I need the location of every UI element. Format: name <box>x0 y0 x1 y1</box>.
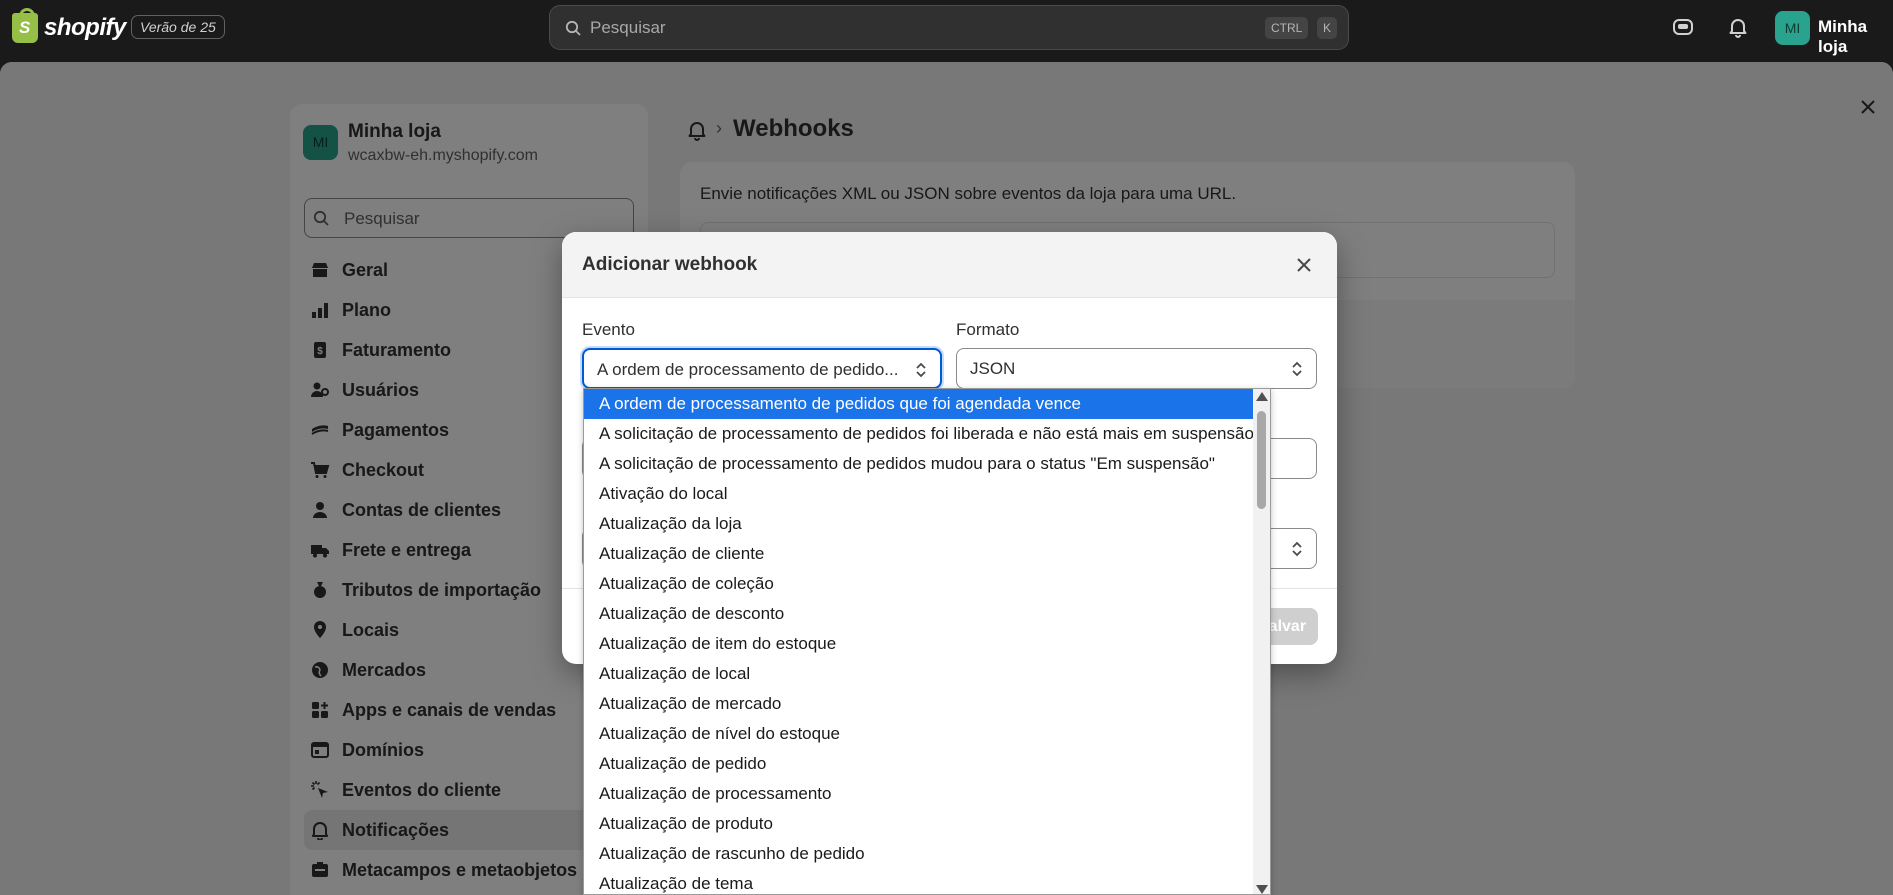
select-chevron-icon <box>1292 541 1302 557</box>
select-chevron-icon <box>1292 361 1302 377</box>
store-menu-label[interactable]: Minha loja <box>1818 17 1893 57</box>
event-select-value: A ordem de processamento de pedido... <box>597 360 899 379</box>
event-option[interactable]: Atualização de processamento <box>584 779 1254 809</box>
shortcut-ctrl-key: CTRL <box>1265 17 1309 39</box>
search-placeholder: Pesquisar <box>590 18 666 37</box>
listbox-scrollbar[interactable] <box>1253 389 1270 894</box>
search-icon <box>565 20 581 36</box>
shopify-bag-icon: S <box>12 8 38 43</box>
event-options-listbox[interactable]: A ordem de processamento de pedidos que … <box>583 388 1271 895</box>
event-option[interactable]: A ordem de processamento de pedidos que … <box>584 389 1254 419</box>
modal-title: Adicionar webhook <box>582 254 758 275</box>
close-icon[interactable] <box>1295 256 1313 274</box>
edition-badge[interactable]: Verão de 25 <box>131 15 225 39</box>
global-search-input[interactable]: Pesquisar CTRL K <box>549 5 1349 50</box>
scroll-up-arrow-icon[interactable] <box>1256 392 1268 401</box>
top-bar: S shopify Verão de 25 Pesquisar CTRL K M… <box>0 0 1893 62</box>
event-option[interactable]: Atualização de pedido <box>584 749 1254 779</box>
format-select-value: JSON <box>970 359 1016 378</box>
brand-wordmark: shopify <box>44 14 126 41</box>
shortcut-k-key: K <box>1317 17 1338 39</box>
format-select[interactable]: JSON <box>956 348 1317 389</box>
event-option[interactable]: Atualização de local <box>584 659 1254 689</box>
shopify-logo[interactable]: S shopify <box>12 8 126 43</box>
event-option[interactable]: Atualização de mercado <box>584 689 1254 719</box>
event-option[interactable]: Atualização da loja <box>584 509 1254 539</box>
option-list: A ordem de processamento de pedidos que … <box>584 389 1270 894</box>
scroll-down-arrow-icon[interactable] <box>1256 885 1268 894</box>
event-select[interactable]: A ordem de processamento de pedido... <box>582 348 942 389</box>
event-option[interactable]: Atualização de nível do estoque <box>584 719 1254 749</box>
event-option[interactable]: A solicitação de processamento de pedido… <box>584 419 1254 449</box>
sidekick-icon[interactable] <box>1672 16 1694 38</box>
user-avatar[interactable]: MI <box>1775 11 1810 45</box>
select-chevron-icon <box>916 362 926 378</box>
event-label: Evento <box>582 320 635 339</box>
event-option[interactable]: Ativação do local <box>584 479 1254 509</box>
event-option[interactable]: Atualização de rascunho de pedido <box>584 839 1254 869</box>
event-option[interactable]: Atualização de coleção <box>584 569 1254 599</box>
event-option[interactable]: Atualização de item do estoque <box>584 629 1254 659</box>
scrollbar-thumb[interactable] <box>1257 411 1266 509</box>
format-label: Formato <box>956 320 1020 339</box>
event-option[interactable]: A solicitação de processamento de pedido… <box>584 449 1254 479</box>
modal-header: Adicionar webhook <box>562 232 1337 298</box>
event-option[interactable]: Atualização de tema <box>584 869 1254 894</box>
event-option[interactable]: Atualização de cliente <box>584 539 1254 569</box>
event-option[interactable]: Atualização de desconto <box>584 599 1254 629</box>
notifications-bell-icon[interactable] <box>1727 16 1749 38</box>
event-option[interactable]: Atualização de produto <box>584 809 1254 839</box>
